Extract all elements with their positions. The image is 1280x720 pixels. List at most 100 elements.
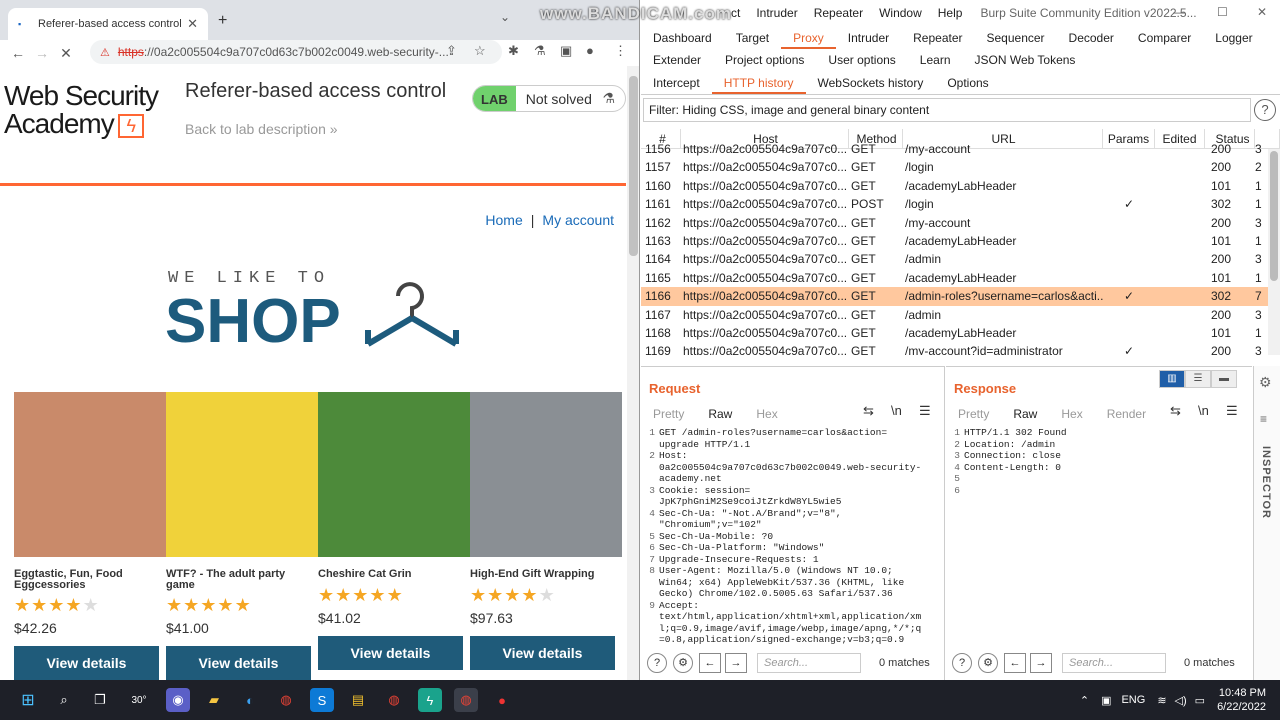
- chrome-icon[interactable]: ◍: [274, 688, 298, 712]
- tab-decoder[interactable]: Decoder: [1057, 27, 1126, 49]
- table-row[interactable]: 1165 https://0a2c005504c9a707c0... GET/aca…: [641, 269, 1280, 287]
- new-tab-icon[interactable]: +: [218, 12, 227, 30]
- sidebar-icon[interactable]: ▣: [560, 43, 572, 59]
- panel-tab-hex[interactable]: Hex: [1049, 407, 1094, 421]
- help-icon[interactable]: ?: [952, 653, 972, 673]
- tab-search-icon[interactable]: ⌄: [500, 10, 510, 24]
- tab-user-options[interactable]: User options: [816, 49, 907, 71]
- response-search-input[interactable]: Search...: [1062, 653, 1166, 673]
- help-icon[interactable]: ?: [1254, 99, 1276, 121]
- response-body[interactable]: 1 HTTP/1.1 302 Found 2 Location: /admin 3 Con…: [946, 427, 1066, 496]
- chrome-icon-2[interactable]: ◍: [382, 688, 406, 712]
- scrollbar-thumb[interactable]: [629, 76, 638, 256]
- prev-match-icon[interactable]: ←: [1004, 653, 1026, 673]
- filter-bar[interactable]: Filter: Hiding CSS, image and general bi…: [643, 98, 1251, 122]
- settings-gear-icon[interactable]: ⚙: [978, 653, 998, 673]
- subtab-intercept[interactable]: Intercept: [641, 73, 712, 94]
- task-view-icon[interactable]: ❐: [88, 688, 112, 712]
- product-image[interactable]: [14, 392, 166, 557]
- volume-icon[interactable]: ◁): [1175, 694, 1187, 707]
- chrome-active-icon[interactable]: ◍: [454, 688, 478, 712]
- table-row[interactable]: 1169 https://0a2c005504c9a707c0... GET/my-…: [641, 342, 1280, 355]
- minimize-icon[interactable]: —: [1173, 5, 1185, 19]
- wrap-icon[interactable]: ⇆: [863, 403, 874, 419]
- request-body[interactable]: 1 GET /admin-roles?username=carlos&action…: [641, 427, 921, 646]
- table-row[interactable]: 1161 https://0a2c005504c9a707c0... POST/lo…: [641, 195, 1280, 213]
- table-row[interactable]: 1167 https://0a2c005504c9a707c0... GET/adm…: [641, 306, 1280, 324]
- newline-icon[interactable]: \n: [891, 403, 902, 418]
- list-icon[interactable]: ≡: [1260, 412, 1267, 426]
- gear-icon[interactable]: ⚙: [1259, 374, 1272, 391]
- panel-tab-pretty[interactable]: Pretty: [946, 407, 1001, 421]
- browser-tab[interactable]: ▪ Referer-based access control ✕: [8, 8, 208, 40]
- maximize-icon[interactable]: ☐: [1217, 5, 1228, 19]
- extensions-icon[interactable]: ✱: [508, 43, 519, 59]
- subtab-websockets-history[interactable]: WebSockets history: [806, 73, 936, 94]
- menu-help[interactable]: Help: [938, 6, 963, 20]
- table-row[interactable]: 1162 https://0a2c005504c9a707c0... GET/my-…: [641, 214, 1280, 232]
- menu-intruder[interactable]: Intruder: [756, 6, 797, 20]
- options-menu-icon[interactable]: ☰: [1226, 403, 1238, 419]
- view-details-button[interactable]: View details: [14, 646, 159, 680]
- prev-match-icon[interactable]: ←: [699, 653, 721, 673]
- address-bar[interactable]: ⚠ https://0a2c005504c9a707c0d63c7b002c00…: [90, 40, 502, 64]
- burp-icon[interactable]: ϟ: [418, 688, 442, 712]
- close-window-icon[interactable]: ✕: [1257, 5, 1267, 19]
- next-match-icon[interactable]: →: [725, 653, 747, 673]
- battery-icon[interactable]: ▭: [1195, 694, 1205, 707]
- nav-home-link[interactable]: Home: [485, 212, 522, 228]
- table-row[interactable]: 1157 https://0a2c005504c9a707c0... GET/log…: [641, 158, 1280, 176]
- back-icon[interactable]: ←: [6, 45, 30, 61]
- tab-json-web-tokens[interactable]: JSON Web Tokens: [963, 49, 1088, 71]
- tab-logger[interactable]: Logger: [1203, 27, 1264, 49]
- tab-sequencer[interactable]: Sequencer: [975, 27, 1057, 49]
- close-tab-icon[interactable]: ✕: [187, 16, 198, 32]
- table-row[interactable]: 1163 https://0a2c005504c9a707c0... GET/aca…: [641, 232, 1280, 250]
- file-explorer-icon[interactable]: ▰: [202, 688, 226, 712]
- next-match-icon[interactable]: →: [1030, 653, 1052, 673]
- product-image[interactable]: [318, 392, 470, 557]
- tab-dashboard[interactable]: Dashboard: [641, 27, 724, 49]
- menu-icon[interactable]: ⋮: [614, 43, 627, 59]
- skype-icon[interactable]: S: [310, 688, 334, 712]
- subtab-http-history[interactable]: HTTP history: [711, 73, 806, 94]
- tab-intruder[interactable]: Intruder: [836, 27, 901, 49]
- menu-window[interactable]: Window: [879, 6, 922, 20]
- bookmark-star-icon[interactable]: ☆: [474, 43, 486, 59]
- subtab-options[interactable]: Options: [935, 73, 1000, 94]
- share-icon[interactable]: ⇪: [446, 43, 457, 59]
- newline-icon[interactable]: \n: [1198, 403, 1209, 418]
- forward-icon[interactable]: →: [30, 45, 54, 61]
- edge-icon[interactable]: ◐: [238, 688, 262, 712]
- tray-chevron-icon[interactable]: ⌃: [1080, 694, 1089, 707]
- panel-tab-render[interactable]: Render: [1095, 407, 1158, 421]
- inspector-sidebar[interactable]: ⚙ ≡ INSPECTOR: [1253, 366, 1280, 680]
- clock[interactable]: 10:48 PM 6/22/2022: [1217, 686, 1266, 714]
- search-icon[interactable]: ⌕: [52, 688, 76, 712]
- panel-tab-pretty[interactable]: Pretty: [641, 407, 696, 421]
- product-image[interactable]: [470, 392, 622, 557]
- windows-start-icon[interactable]: ⊞: [16, 688, 40, 712]
- help-icon[interactable]: ?: [647, 653, 667, 673]
- tab-project-options[interactable]: Project options: [713, 49, 816, 71]
- wsa-logo[interactable]: Web Security Academy ϟ: [4, 82, 159, 138]
- table-scrollbar[interactable]: [1268, 149, 1280, 355]
- settings-gear-icon[interactable]: ⚙: [673, 653, 693, 673]
- wrap-icon[interactable]: ⇆: [1170, 403, 1181, 419]
- table-row[interactable]: 1156 https://0a2c005504c9a707c0... GET/my-…: [641, 140, 1280, 158]
- view-details-button[interactable]: View details: [318, 636, 463, 670]
- panel-tab-raw[interactable]: Raw: [696, 407, 744, 421]
- profile-icon[interactable]: ●: [586, 43, 594, 58]
- view-details-button[interactable]: View details: [470, 636, 615, 670]
- table-row[interactable]: 1168 https://0a2c005504c9a707c0... GET/aca…: [641, 324, 1280, 342]
- wifi-icon[interactable]: ≋: [1157, 694, 1166, 707]
- product-image[interactable]: [166, 392, 318, 557]
- weather-icon[interactable]: 30°: [124, 688, 154, 712]
- table-row[interactable]: 1160 https://0a2c005504c9a707c0... GET/aca…: [641, 177, 1280, 195]
- tab-comparer[interactable]: Comparer: [1126, 27, 1203, 49]
- flask-ext-icon[interactable]: ⚗: [534, 43, 546, 59]
- record-icon[interactable]: ●: [490, 688, 514, 712]
- panel-tab-raw[interactable]: Raw: [1001, 407, 1049, 421]
- tab-extender[interactable]: Extender: [641, 49, 713, 71]
- view-details-button[interactable]: View details: [166, 646, 311, 680]
